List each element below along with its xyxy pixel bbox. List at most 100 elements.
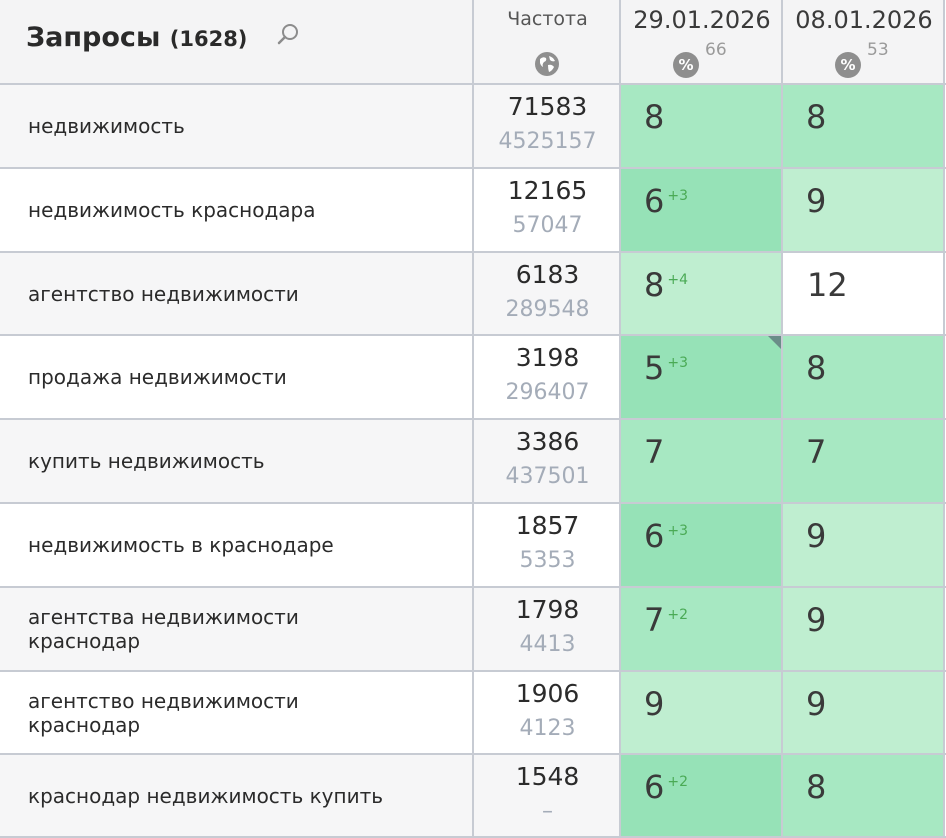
query-cell[interactable]: агентства недвижимости краснодар [0, 587, 474, 671]
position-delta: +3 [667, 355, 688, 372]
row-divider [0, 418, 946, 420]
position-number: 8 [806, 98, 827, 136]
position-cell[interactable]: 12 [783, 252, 945, 335]
percent-icon: % [673, 52, 699, 78]
row-divider [0, 502, 946, 504]
search-icon[interactable] [276, 22, 300, 46]
position-cell[interactable]: 6 +2 [621, 754, 783, 838]
row-divider [0, 251, 946, 253]
position-value: 8 [806, 349, 826, 387]
position-cell[interactable]: 9 [621, 671, 783, 754]
position-number: 6 [644, 182, 665, 220]
position-value: 6 +3 [644, 182, 688, 220]
position-number: 8 [644, 266, 665, 304]
query-cell[interactable]: агентство недвижимости [0, 252, 474, 335]
frequency-sub-value: 437501 [505, 464, 590, 489]
frequency-value: 1857 [515, 511, 580, 540]
query-text: краснодар [28, 713, 141, 737]
percent-icon: % [835, 52, 861, 78]
position-cell[interactable]: 8 [783, 754, 945, 838]
query-text: агентство недвижимости [28, 689, 299, 713]
page-title: Запросы (1628) [26, 22, 248, 53]
frequency-sub-value: 5353 [519, 548, 576, 573]
row-divider [0, 167, 946, 169]
visibility-percent: 66 [705, 40, 727, 60]
frequency-sub-value: 4413 [519, 632, 576, 657]
position-cell[interactable]: 9 [783, 503, 945, 587]
frequency-value: 71583 [507, 92, 588, 121]
row-divider [0, 670, 946, 672]
query-cell[interactable]: продажа недвижимости [0, 335, 474, 419]
query-text: купить недвижимость [28, 449, 265, 473]
position-value: 7 +2 [644, 601, 688, 639]
frequency-value: 12165 [507, 176, 588, 205]
position-value: 12 [807, 266, 848, 304]
query-cell[interactable]: агентство недвижимости краснодар [0, 671, 474, 754]
query-text: недвижимость краснодара [28, 198, 316, 222]
frequency-label: Частота [507, 8, 588, 30]
position-cell[interactable]: 8 [783, 84, 945, 168]
frequency-sub-value: 4123 [519, 716, 576, 741]
position-cell[interactable]: 8 [621, 84, 783, 168]
frequency-value: 3198 [515, 343, 580, 372]
header-queries: Запросы (1628) [0, 0, 474, 84]
row-divider [0, 586, 946, 588]
position-number: 9 [806, 685, 827, 723]
position-value: 9 [806, 182, 826, 220]
query-text: недвижимость в краснодаре [28, 533, 334, 557]
position-delta: +2 [667, 607, 688, 624]
position-number: 8 [644, 98, 665, 136]
query-cell[interactable]: недвижимость в краснодаре [0, 503, 474, 587]
frequency-value: 1548 [515, 762, 580, 791]
position-cell[interactable]: 8 [783, 335, 945, 419]
date-label: 29.01.2026 [633, 6, 771, 34]
frequency-value: 3386 [515, 427, 580, 456]
header-date-1[interactable]: 29.01.2026 % 66 [621, 0, 783, 84]
query-count: (1628) [169, 27, 248, 51]
header-frequency[interactable]: Частота [474, 0, 621, 84]
frequency-cell: 1906 4123 [474, 671, 621, 754]
query-cell[interactable]: недвижимость [0, 84, 474, 168]
position-cell[interactable]: 5 +3 [621, 335, 783, 419]
position-value: 8 [806, 768, 826, 806]
position-cell[interactable]: 7 [783, 419, 945, 503]
position-cell[interactable]: 9 [783, 168, 945, 252]
position-number: 6 [644, 517, 665, 555]
position-number: 7 [644, 601, 665, 639]
frequency-value: 6183 [515, 260, 580, 289]
query-text: продажа недвижимости [28, 365, 287, 389]
frequency-cell: 12165 57047 [474, 168, 621, 252]
query-cell[interactable]: купить недвижимость [0, 419, 474, 503]
position-cell[interactable]: 7 +2 [621, 587, 783, 671]
position-value: 5 +3 [644, 349, 688, 387]
position-number: 12 [807, 266, 848, 304]
position-number: 7 [644, 433, 665, 471]
query-text: агентство недвижимости [28, 282, 299, 306]
query-text: краснодар недвижимость купить [28, 784, 384, 808]
frequency-sub-value: 289548 [505, 297, 590, 322]
position-value: 6 +3 [644, 517, 688, 555]
frequency-value: 1906 [515, 679, 580, 708]
frequency-value: 1798 [515, 595, 580, 624]
position-cell[interactable]: 7 [621, 419, 783, 503]
frequency-sub-value: 57047 [512, 213, 583, 238]
query-text: агентства недвижимости [28, 605, 299, 629]
position-cell[interactable]: 6 +3 [621, 168, 783, 252]
keyword-positions-table: Запросы (1628) Частота 29.01.2026 % 66 0… [0, 0, 946, 838]
position-number: 9 [806, 182, 827, 220]
position-value: 8 [806, 98, 826, 136]
position-cell[interactable]: 9 [783, 587, 945, 671]
position-number: 8 [806, 768, 827, 806]
position-cell[interactable]: 6 +3 [621, 503, 783, 587]
position-cell[interactable]: 8 +4 [621, 252, 783, 335]
position-cell[interactable]: 9 [783, 671, 945, 754]
position-value: 7 [806, 433, 826, 471]
position-number: 8 [806, 349, 827, 387]
frequency-cell: 1857 5353 [474, 503, 621, 587]
position-value: 7 [644, 433, 664, 471]
position-delta: +3 [667, 523, 688, 540]
query-cell[interactable]: краснодар недвижимость купить [0, 754, 474, 838]
query-cell[interactable]: недвижимость краснодара [0, 168, 474, 252]
query-text: недвижимость [28, 114, 185, 138]
header-date-2[interactable]: 08.01.2026 % 53 [783, 0, 945, 84]
